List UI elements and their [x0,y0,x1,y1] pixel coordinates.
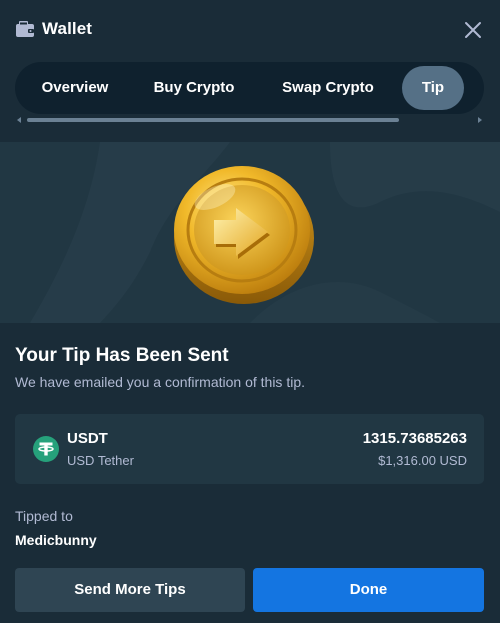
wallet-tabs: Overview Buy Crypto Swap Crypto Tip [15,62,484,114]
recipient-label: Tipped to [15,508,73,524]
confirmation-message: We have emailed you a confirmation of th… [15,374,306,390]
modal-header: Wallet [0,0,500,60]
tab-swap-crypto[interactable]: Swap Crypto [266,66,390,110]
tabs-scrollbar[interactable] [15,116,484,124]
tip-asset-card: USDT USD Tether 1315.73685263 $1,316.00 … [15,414,484,484]
scrollbar-thumb[interactable] [27,118,399,122]
scroll-left-arrow-icon[interactable] [17,117,21,123]
done-button[interactable]: Done [253,568,484,612]
confirmation-headline: Your Tip Has Been Sent [15,345,229,366]
modal-title: Wallet [42,19,93,38]
wallet-modal: Wallet Overview Buy Crypto Swap Crypto T… [0,0,500,623]
wallet-icon [16,21,34,37]
scroll-right-arrow-icon[interactable] [478,117,482,123]
asset-amount: 1315.73685263 [362,430,467,447]
asset-symbol: USDT [67,430,108,447]
tab-buy-crypto[interactable]: Buy Crypto [141,66,247,110]
asset-name: USD Tether [67,453,134,468]
send-more-tips-button[interactable]: Send More Tips [15,568,245,612]
asset-usd-value: $1,316.00 USD [378,453,467,468]
recipient-username: Medicbunny [15,532,97,548]
tether-icon [33,436,59,462]
tab-tip[interactable]: Tip [402,66,464,110]
gold-coin-arrow-icon [30,142,500,323]
tab-overview[interactable]: Overview [27,66,123,110]
close-icon[interactable] [463,20,483,40]
tip-sent-illustration [0,142,500,323]
